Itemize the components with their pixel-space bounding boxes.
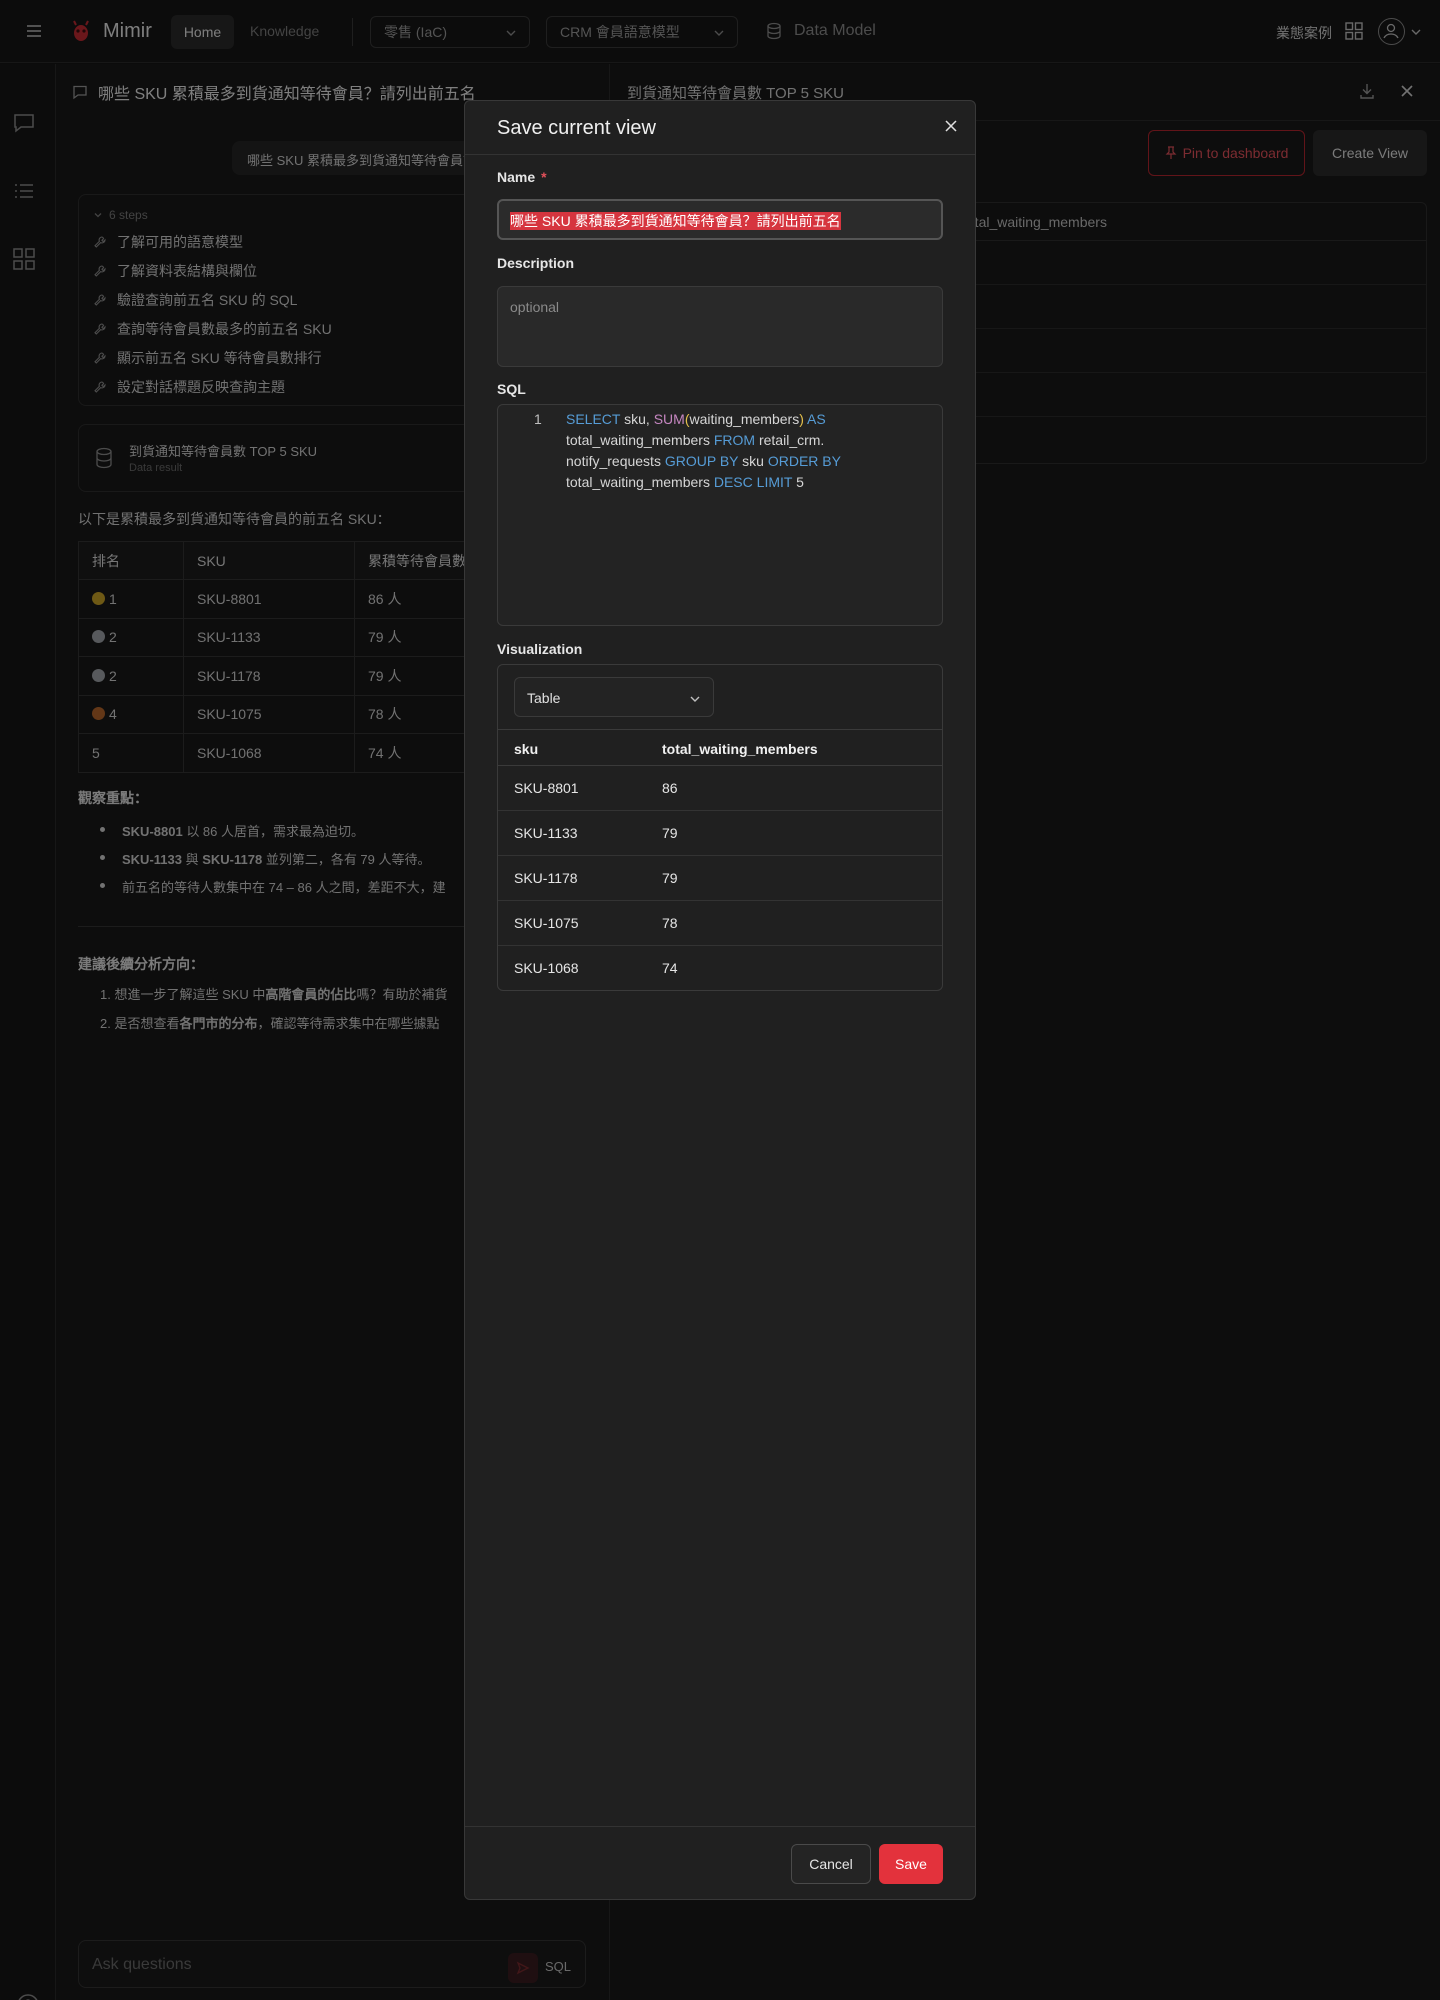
divider <box>465 1826 975 1827</box>
sku-cell: SKU-1133 <box>514 825 578 841</box>
divider <box>465 154 975 155</box>
chevron-down-icon <box>690 696 700 702</box>
sql-text: sku, <box>620 411 654 427</box>
sql-keyword: LIMIT <box>752 474 793 490</box>
sku-cell: SKU-1178 <box>514 870 578 886</box>
sql-keyword: AS <box>803 411 826 427</box>
sql-function: SUM <box>653 411 685 427</box>
column-header: total_waiting_members <box>662 741 818 757</box>
sql-editor[interactable]: 1 SELECT sku, SUM(waiting_members) AS to… <box>497 404 943 626</box>
table-row: SKU-8801 86 <box>498 766 942 811</box>
visualization-type-value: Table <box>527 690 561 706</box>
table-row: SKU-1068 74 <box>498 946 942 990</box>
sql-text: notify_requests <box>566 453 665 469</box>
name-field[interactable]: 哪些 SKU 累積最多到貨通知等待會員？請列出前五名 <box>497 199 943 240</box>
name-label: Name * <box>497 169 547 185</box>
sql-code-line: SELECT sku, SUM(waiting_members) AS <box>566 411 826 427</box>
visualization-label: Visualization <box>497 641 583 657</box>
sql-text: total_waiting_members <box>566 474 714 490</box>
dialog-title: Save current view <box>497 117 656 139</box>
close-icon[interactable] <box>944 119 958 133</box>
table-row: SKU-1075 78 <box>498 901 942 946</box>
visualization-type-select[interactable]: Table <box>514 677 714 717</box>
sql-text: retail_crm. <box>755 432 825 448</box>
required-mark: * <box>541 169 547 185</box>
sku-cell: SKU-1075 <box>514 915 579 931</box>
sql-keyword: SELECT <box>566 411 621 427</box>
sql-keyword: ORDER BY <box>767 453 841 469</box>
save-view-dialog: Save current view Name * 哪些 SKU 累積最多到貨通知等… <box>464 100 976 1900</box>
value-cell: 79 <box>662 870 678 886</box>
sku-cell: SKU-8801 <box>514 780 579 796</box>
sql-code-line: total_waiting_members DESC LIMIT 5 <box>566 474 804 490</box>
sql-keyword: DESC <box>713 474 753 490</box>
value-cell: 78 <box>662 915 678 931</box>
table-row: SKU-1178 79 <box>498 856 942 901</box>
save-button[interactable]: Save <box>879 1844 943 1884</box>
sql-text: 5 <box>792 474 804 490</box>
value-cell: 86 <box>662 780 678 796</box>
description-field[interactable]: optional <box>497 286 943 367</box>
visualization-preview: Table sku total_waiting_members SKU-8801… <box>497 664 943 991</box>
name-label-text: Name <box>497 169 536 185</box>
sql-label: SQL <box>497 381 526 397</box>
cancel-button[interactable]: Cancel <box>791 1844 871 1884</box>
table-row: SKU-1133 79 <box>498 811 942 856</box>
column-header: sku <box>514 741 539 757</box>
name-field-value: 哪些 SKU 累積最多到貨通知等待會員？請列出前五名 <box>510 212 841 230</box>
sql-code-line: total_waiting_members FROM retail_crm. <box>566 432 824 448</box>
sql-code-line: notify_requests GROUP BY sku ORDER BY <box>566 453 841 469</box>
line-number: 1 <box>534 411 542 427</box>
sql-keyword: FROM <box>713 432 756 448</box>
sql-keyword: GROUP BY <box>664 453 739 469</box>
sql-text: sku <box>738 453 768 469</box>
description-placeholder: optional <box>510 299 560 315</box>
table-header-row: sku total_waiting_members <box>498 729 942 766</box>
sku-cell: SKU-1068 <box>514 960 579 976</box>
sql-text: total_waiting_members <box>566 432 714 448</box>
sql-text: waiting_members <box>689 411 800 427</box>
value-cell: 74 <box>662 960 678 976</box>
value-cell: 79 <box>662 825 678 841</box>
description-label: Description <box>497 255 575 271</box>
